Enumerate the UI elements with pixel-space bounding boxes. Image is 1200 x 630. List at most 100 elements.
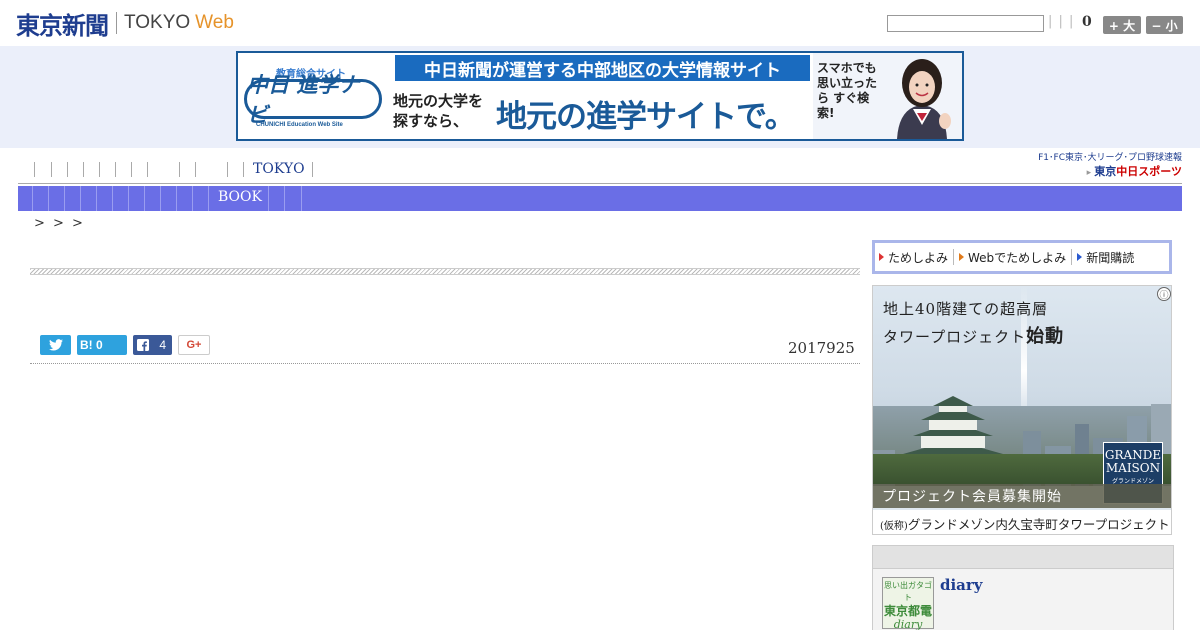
site-logo[interactable]: 東京新聞 TOKYO Web — [16, 8, 234, 40]
subnav-separator — [112, 186, 113, 211]
twitter-icon — [48, 339, 63, 351]
ad-project-name: (仮称)グランドメゾン内久宝寺町タワープロジェクト — [873, 510, 1171, 534]
ad-copy-line-2-emphasis: 始動 — [1026, 326, 1065, 347]
nav-item-tokyo[interactable]: TOKYO — [253, 161, 305, 177]
tab-label: Webでためしよみ — [968, 250, 1067, 265]
facebook-share-button[interactable]: 4 — [133, 335, 172, 355]
nav-separator — [312, 162, 313, 177]
subnav-separator — [32, 186, 33, 211]
tab-tameshiyomi[interactable]: ためしよみ — [879, 249, 948, 266]
ad-copy-line-1: 地上40階建ての超高層 — [883, 300, 1049, 318]
nav-separator — [243, 162, 244, 177]
subnav-separator — [80, 186, 81, 211]
main-nav: TOKYO — [18, 156, 1018, 182]
logo-japanese: 東京新聞 — [16, 11, 109, 40]
subnav-separator — [176, 186, 177, 211]
subnav-separator — [301, 186, 302, 211]
sports-link-caption: F1･FC東京･大リーグ･プロ野球速報 — [1038, 153, 1182, 163]
diary-thumbnail[interactable]: 思い出ガタゴト 東京都電 diary — [882, 577, 934, 630]
subnav-separator — [284, 186, 285, 211]
chunichi-sports-link[interactable]: F1･FC東京･大リーグ･プロ野球速報 ▸ 東京中日スポーツ — [1010, 152, 1182, 181]
header-count: 0 — [1082, 14, 1092, 30]
font-size-down-button[interactable]: − 小 — [1146, 16, 1183, 34]
search-input[interactable] — [887, 15, 1044, 32]
subnav-separator — [160, 186, 161, 211]
banner-subtext-line-2: 探すなら、 — [393, 112, 469, 130]
banner-subtext: 地元の大学を 探すなら、 — [393, 91, 493, 131]
nav-separator — [34, 162, 35, 177]
ad-info-icon[interactable]: ⓘ — [1157, 287, 1171, 301]
sidebar-ad[interactable]: 地上40階建ての超高層 タワープロジェクト始動 ⓘ GRANDE MAISON … — [872, 285, 1172, 535]
banner-logo-subtitle: CHUNICHI Education Web Site — [256, 122, 343, 128]
logo-divider — [116, 12, 117, 34]
nav-separator — [83, 162, 84, 177]
tab-subscribe[interactable]: 新聞購読 — [1077, 249, 1134, 266]
facebook-share-count: 4 — [159, 338, 166, 352]
nav-separator — [131, 162, 132, 177]
banner-main-copy: 地元の進学サイトで。 — [496, 99, 796, 135]
banner-subtext-line-1: 地元の大学を — [393, 92, 484, 110]
article-date: 2017925 — [788, 339, 855, 357]
facebook-icon — [137, 339, 149, 351]
sports-link-title: ▸ 東京中日スポーツ — [1010, 164, 1182, 181]
nav-separator — [115, 162, 116, 177]
logo-tokyo: TOKYO — [124, 12, 191, 33]
nav-separator — [67, 162, 68, 177]
ad-badge-line-2: MAISON — [1105, 461, 1161, 475]
tab-divider — [1071, 249, 1073, 265]
banner-photo-area: スマホでも 思い立ったら すぐ検索! — [813, 53, 962, 139]
breadcrumb[interactable]: > > > — [34, 216, 85, 231]
article-title-rule — [30, 268, 860, 275]
twitter-share-button[interactable] — [40, 335, 71, 355]
student-photo-icon — [883, 55, 961, 139]
ad-copy-line-2: タワープロジェクト始動 — [883, 322, 1064, 348]
nav-separator — [51, 162, 52, 177]
sports-link-prefix: 東京 — [1094, 165, 1117, 178]
nav-separator — [99, 162, 100, 177]
ad-project-title: グランドメゾン内久宝寺町タワープロジェクト — [907, 517, 1170, 532]
ad-copy-line-2-main: タワープロジェクト — [883, 328, 1027, 346]
tab-divider — [953, 249, 955, 265]
reading-tabs: ためしよみ Webでためしよみ 新聞購読 — [872, 240, 1172, 274]
tab-label: 新聞購読 — [1086, 250, 1135, 265]
banner-logo-area: 教育総合サイト 中日 進学ナビ CHUNICHI Education Web S… — [238, 53, 393, 139]
subnav-item-book[interactable]: BOOK — [218, 189, 262, 205]
site-header: 東京新聞 TOKYO Web | | | 0 + 大 − 小 — [0, 0, 1200, 46]
diary-thumb-line-1: 思い出ガタゴト — [884, 581, 932, 602]
banner-logo: 中日 進学ナビ — [244, 73, 382, 127]
subnav-separator — [144, 186, 145, 211]
diary-thumb-line-3: diary — [893, 618, 923, 630]
triangle-right-icon — [959, 253, 965, 261]
subnav-separator — [128, 186, 129, 211]
subnav-separator — [64, 186, 65, 211]
font-size-up-button[interactable]: + 大 — [1103, 16, 1141, 34]
nav-separator — [179, 162, 180, 177]
hatena-bookmark-button[interactable]: B! 0 — [77, 335, 127, 355]
diary-thumb-line-2: 東京都電 — [883, 604, 932, 618]
sub-nav: BOOK — [18, 186, 1182, 211]
nav-separator — [147, 162, 148, 177]
subnav-separator — [96, 186, 97, 211]
logo-web: Web — [195, 12, 234, 33]
ad-project-prefix: (仮称) — [880, 521, 908, 532]
subnav-separator — [192, 186, 193, 211]
banner-vertical-text: スマホでも 思い立ったら すぐ検索! — [817, 61, 878, 120]
google-plus-share-button[interactable]: G+ — [178, 335, 210, 355]
diary-widget-header — [873, 546, 1173, 569]
sports-link-main: 中日スポーツ — [1116, 165, 1182, 178]
triangle-right-icon — [1077, 253, 1083, 261]
header-separators: | | | — [1048, 14, 1075, 29]
tab-web-tameshiyomi[interactable]: Webでためしよみ — [959, 249, 1066, 266]
top-banner-ad[interactable]: 教育総合サイト 中日 進学ナビ CHUNICHI Education Web S… — [236, 51, 964, 141]
article-divider — [30, 363, 860, 364]
diary-widget: 思い出ガタゴト 東京都電 diary diary — [872, 545, 1174, 630]
banner-logo-text: 中日 進学ナビ — [247, 73, 360, 127]
tab-label: ためしよみ — [888, 250, 949, 265]
diary-title-link[interactable]: diary — [940, 576, 983, 594]
subnav-separator — [268, 186, 269, 211]
subnav-separator — [48, 186, 49, 211]
nav-separator — [227, 162, 228, 177]
banner-headline: 中日新聞が運営する中部地区の大学情報サイト — [395, 55, 810, 81]
nav-separator — [195, 162, 196, 177]
triangle-right-icon — [879, 253, 884, 261]
